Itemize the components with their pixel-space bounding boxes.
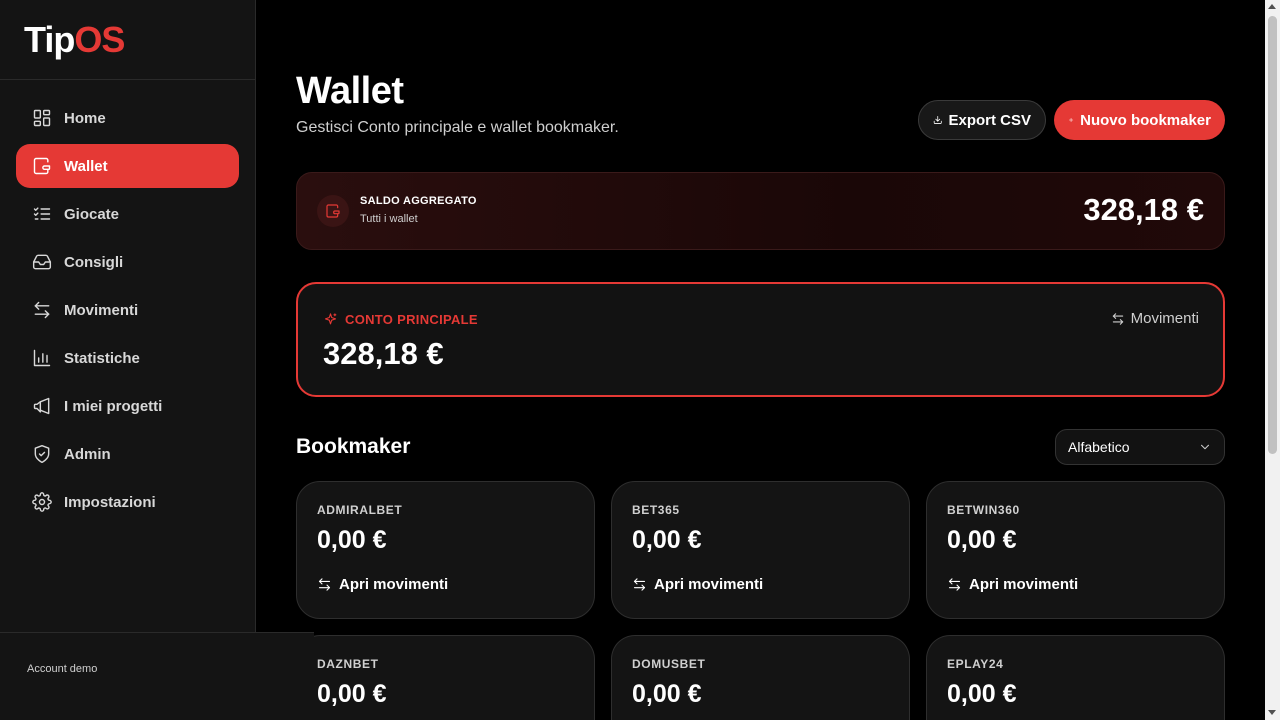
export-csv-button[interactable]: Export CSV <box>918 100 1046 140</box>
layout-grid-icon <box>32 108 52 128</box>
bookmaker-name: ADMIRALBET <box>317 503 403 517</box>
sidebar-item-movimenti[interactable]: Movimenti <box>16 288 239 332</box>
megaphone-icon <box>32 396 52 416</box>
list-checks-icon <box>32 204 52 224</box>
bookmaker-balance: 0,00 € <box>947 680 1017 708</box>
sparkles-icon <box>324 313 337 325</box>
main-account-movements-link[interactable]: Movimenti <box>1111 310 1199 327</box>
bookmaker-balance: 0,00 € <box>317 526 387 554</box>
shield-check-icon <box>32 444 52 464</box>
sidebar-item-statistiche[interactable]: Statistiche <box>16 336 239 380</box>
app-logo[interactable]: TipOS <box>0 0 255 80</box>
new-bookmaker-label: Nuovo bookmaker <box>1080 111 1211 129</box>
open-movements-link[interactable]: Apri movimenti <box>632 576 763 593</box>
scrollbar[interactable] <box>1265 0 1280 720</box>
aggregate-value: 328,18 € <box>1083 192 1204 227</box>
open-movements-link[interactable]: Apri movimenti <box>317 576 448 593</box>
new-bookmaker-button[interactable]: Nuovo bookmaker <box>1054 100 1225 140</box>
bookmaker-card: ADMIRALBET 0,00 € Apri movimenti <box>296 481 595 619</box>
wallet-icon <box>32 156 52 176</box>
sidebar-item-label: Giocate <box>64 205 120 223</box>
sidebar-item-label: Wallet <box>64 157 108 175</box>
bookmaker-card: DAZNBET 0,00 € <box>296 635 595 720</box>
chevron-down-icon <box>1200 444 1210 450</box>
scrollbar-thumb[interactable] <box>1268 16 1277 454</box>
sort-select[interactable]: Alfabetico <box>1055 429 1225 465</box>
arrows-left-right-icon <box>633 578 646 591</box>
page-subtitle: Gestisci Conto principale e wallet bookm… <box>296 119 619 136</box>
account-footer: Account demo <box>0 632 314 720</box>
export-csv-label: Export CSV <box>948 111 1031 129</box>
main-account-card: CONTO PRINCIPALE 328,18 € Movimenti <box>296 282 1225 397</box>
bar-chart-icon <box>32 348 52 368</box>
sidebar-item-label: Consigli <box>64 253 124 271</box>
sidebar-item-progetti[interactable]: I miei progetti <box>16 384 239 428</box>
scroll-up-arrow-icon[interactable] <box>1268 4 1276 9</box>
sidebar-item-label: Statistiche <box>64 349 140 367</box>
sidebar-item-label: Home <box>64 109 106 127</box>
sidebar: TipOS Home Wallet Giocate Consigli Movim… <box>0 0 256 720</box>
arrows-left-right-icon <box>1112 312 1123 325</box>
main-account-label: CONTO PRINCIPALE <box>323 312 478 327</box>
wallet-icon <box>317 195 349 227</box>
sidebar-item-label: Admin <box>64 445 111 463</box>
page-title: Wallet <box>296 70 404 112</box>
bookmaker-name: DAZNBET <box>317 657 379 671</box>
bookmaker-card: BETWIN360 0,00 € Apri movimenti <box>926 481 1225 619</box>
inbox-icon <box>32 252 52 272</box>
bookmaker-card: DOMUSBET 0,00 € <box>611 635 910 720</box>
bookmaker-name: BET365 <box>632 503 680 517</box>
gear-icon <box>32 492 52 512</box>
aggregate-balance-card: SALDO AGGREGATO Tutti i wallet 328,18 € <box>296 172 1225 250</box>
sidebar-item-consigli[interactable]: Consigli <box>16 240 239 284</box>
bookmaker-balance: 0,00 € <box>632 526 702 554</box>
sidebar-item-admin[interactable]: Admin <box>16 432 239 476</box>
bookmaker-name: BETWIN360 <box>947 503 1020 517</box>
aggregate-label: SALDO AGGREGATO <box>360 195 477 207</box>
bookmaker-balance: 0,00 € <box>632 680 702 708</box>
account-switcher[interactable]: Account demo <box>16 649 298 699</box>
arrows-left-right-icon <box>948 578 961 591</box>
sidebar-item-giocate[interactable]: Giocate <box>16 192 239 236</box>
bookmaker-card: EPLAY24 0,00 € <box>926 635 1225 720</box>
scroll-down-arrow-icon[interactable] <box>1268 710 1276 715</box>
arrows-left-right-icon <box>318 578 331 591</box>
sort-select-value: Alfabetico <box>1068 439 1130 455</box>
sidebar-item-label: Impostazioni <box>64 493 156 511</box>
arrows-left-right-icon <box>32 300 52 320</box>
sidebar-item-home[interactable]: Home <box>16 96 239 140</box>
account-name: Account demo <box>27 663 98 675</box>
aggregate-sublabel: Tutti i wallet <box>360 213 418 225</box>
bookmaker-balance: 0,00 € <box>947 526 1017 554</box>
sidebar-item-impostazioni[interactable]: Impostazioni <box>16 480 239 524</box>
sidebar-item-label: I miei progetti <box>64 397 163 415</box>
sidebar-item-wallet[interactable]: Wallet <box>16 144 239 188</box>
bookmaker-balance: 0,00 € <box>317 680 387 708</box>
bookmaker-card: BET365 0,00 € Apri movimenti <box>611 481 910 619</box>
main-account-value: 328,18 € <box>323 336 444 371</box>
bookmaker-name: DOMUSBET <box>632 657 706 671</box>
sidebar-nav: Home Wallet Giocate Consigli Movimenti S… <box>0 80 255 544</box>
download-icon <box>933 116 942 124</box>
plus-icon <box>1069 117 1074 123</box>
bookmaker-section-title: Bookmaker <box>296 435 411 458</box>
sidebar-item-label: Movimenti <box>64 301 139 319</box>
open-movements-link[interactable]: Apri movimenti <box>947 576 1078 593</box>
bookmaker-name: EPLAY24 <box>947 657 1004 671</box>
